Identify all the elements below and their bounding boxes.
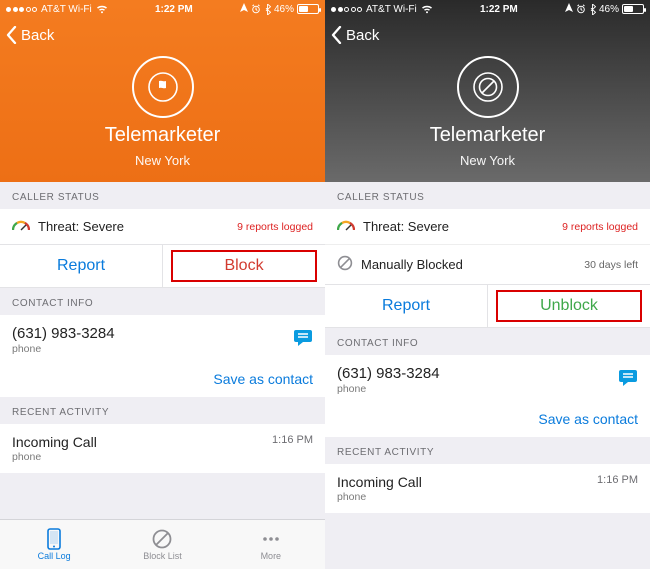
header: AT&T Wi-Fi 1:22 PM 46% Back <box>325 0 650 182</box>
report-button[interactable]: Report <box>325 285 487 327</box>
block-circle-icon <box>473 72 503 102</box>
section-contact-info: CONTACT INFO <box>0 288 325 315</box>
phone-right: AT&T Wi-Fi 1:22 PM 46% Back <box>325 0 650 569</box>
section-caller-status: CALLER STATUS <box>0 182 325 209</box>
phone-left: AT&T Wi-Fi 1:22 PM 46% Back <box>0 0 325 569</box>
reports-logged[interactable]: 9 reports logged <box>237 221 313 233</box>
reports-logged[interactable]: 9 reports logged <box>562 221 638 233</box>
section-contact-info: CONTACT INFO <box>325 328 650 355</box>
threat-label: Threat: Severe <box>363 219 449 234</box>
flag-icon <box>148 72 178 102</box>
phone-type-label: phone <box>337 383 638 395</box>
battery-icon <box>297 4 319 14</box>
carrier-label: AT&T Wi-Fi <box>366 4 417 15</box>
location-icon <box>240 3 248 16</box>
status-bar: AT&T Wi-Fi 1:22 PM 46% <box>0 0 325 18</box>
save-contact-button[interactable]: Save as contact <box>325 403 650 437</box>
message-icon[interactable] <box>293 329 313 352</box>
chevron-left-icon <box>6 26 17 44</box>
alarm-icon <box>251 4 261 14</box>
status-bar: AT&T Wi-Fi 1:22 PM 46% <box>325 0 650 18</box>
wifi-icon <box>96 5 108 14</box>
recent-time: 1:16 PM <box>272 434 313 446</box>
tab-more[interactable]: More <box>217 520 325 569</box>
location-icon <box>565 3 573 16</box>
recent-sub: phone <box>12 451 97 463</box>
alarm-icon <box>576 4 586 14</box>
recent-title: Incoming Call <box>337 474 422 490</box>
blocked-label: Manually Blocked <box>361 257 463 272</box>
phone-type-label: phone <box>12 343 313 355</box>
wifi-icon <box>421 5 433 14</box>
recent-activity-row[interactable]: Incoming Call phone 1:16 PM <box>0 424 325 473</box>
section-recent-activity: RECENT ACTIVITY <box>325 437 650 464</box>
days-left: 30 days left <box>584 259 638 271</box>
phone-number[interactable]: (631) 983-3284 <box>12 325 313 342</box>
back-button[interactable]: Back <box>6 26 54 44</box>
chevron-left-icon <box>331 26 342 44</box>
caller-type-icon <box>132 56 194 118</box>
recent-activity-row[interactable]: Incoming Call phone 1:16 PM <box>325 464 650 513</box>
signal-dots-icon <box>6 7 37 12</box>
caller-type-icon <box>457 56 519 118</box>
unblock-button[interactable]: Unblock <box>488 285 650 327</box>
carrier-label: AT&T Wi-Fi <box>41 4 92 15</box>
tab-call-log[interactable]: Call Log <box>0 520 108 569</box>
caller-subtitle: New York <box>460 153 515 168</box>
battery-pct: 46% <box>274 4 294 15</box>
recent-time: 1:16 PM <box>597 474 638 486</box>
battery-icon <box>622 4 644 14</box>
caller-title: Telemarketer <box>430 124 546 147</box>
back-label: Back <box>346 27 379 44</box>
block-button[interactable]: Block <box>163 245 325 287</box>
caller-title: Telemarketer <box>105 124 221 147</box>
clock-label: 1:22 PM <box>480 4 518 15</box>
phone-number[interactable]: (631) 983-3284 <box>337 365 638 382</box>
signal-dots-icon <box>331 7 362 12</box>
message-icon[interactable] <box>618 369 638 392</box>
tab-bar: Call Log Block List More <box>0 519 325 569</box>
phone-device-icon <box>45 528 63 550</box>
report-button[interactable]: Report <box>0 245 162 287</box>
back-label: Back <box>21 27 54 44</box>
tab-block-list[interactable]: Block List <box>108 520 216 569</box>
header: AT&T Wi-Fi 1:22 PM 46% Back <box>0 0 325 182</box>
recent-sub: phone <box>337 491 422 503</box>
gauge-icon <box>337 219 355 234</box>
clock-label: 1:22 PM <box>155 4 193 15</box>
save-contact-button[interactable]: Save as contact <box>0 363 325 397</box>
blocked-small-icon <box>337 255 353 274</box>
recent-title: Incoming Call <box>12 434 97 450</box>
block-icon <box>151 528 173 550</box>
threat-label: Threat: Severe <box>38 219 124 234</box>
bluetooth-icon <box>589 4 596 15</box>
more-icon <box>259 528 283 550</box>
back-button[interactable]: Back <box>331 26 379 44</box>
gauge-icon <box>12 219 30 234</box>
section-recent-activity: RECENT ACTIVITY <box>0 397 325 424</box>
bluetooth-icon <box>264 4 271 15</box>
section-caller-status: CALLER STATUS <box>325 182 650 209</box>
caller-subtitle: New York <box>135 153 190 168</box>
battery-pct: 46% <box>599 4 619 15</box>
